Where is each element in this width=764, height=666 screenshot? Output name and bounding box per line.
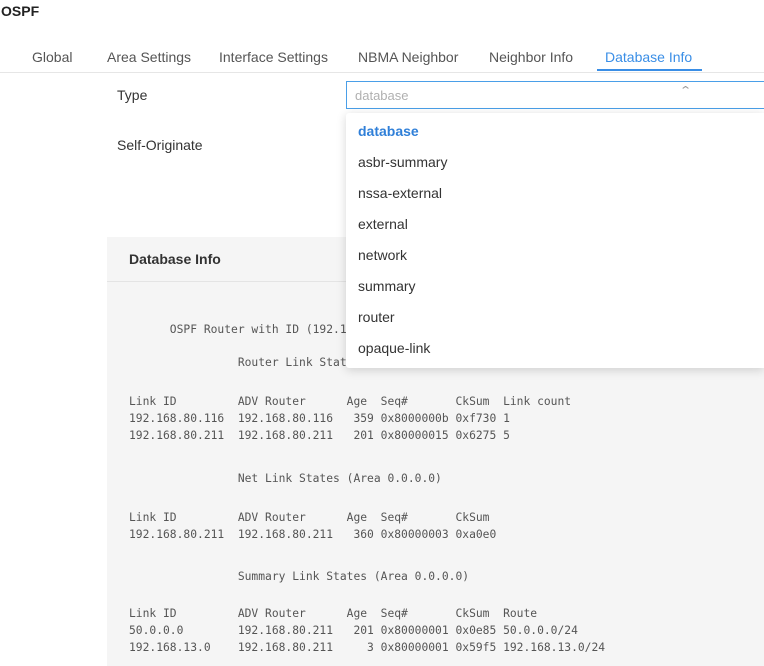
output-line: Link ID ADV Router Age Seq# CkSum Link c… (129, 395, 572, 408)
tab-area-settings[interactable]: Area Settings (107, 49, 191, 65)
panel-title: Database Info (129, 251, 221, 267)
output-line: Link ID ADV Router Age Seq# CkSum (129, 511, 490, 524)
dropdown-option-external[interactable]: external (358, 216, 408, 232)
type-select[interactable]: database ⌃ (346, 81, 764, 109)
self-originate-label: Self-Originate (117, 137, 203, 153)
dropdown-option-database[interactable]: database (358, 123, 419, 139)
output-line: 192.168.80.116 192.168.80.116 359 0x8000… (129, 412, 510, 425)
tab-nbma-neighbor[interactable]: NBMA Neighbor (358, 49, 458, 65)
tab-bar: Global Area Settings Interface Settings … (0, 38, 764, 73)
dropdown-option-router[interactable]: router (358, 309, 395, 325)
output-line: 50.0.0.0 192.168.80.211 201 0x80000001 0… (129, 624, 578, 637)
dropdown-option-summary[interactable]: summary (358, 278, 416, 294)
tab-interface-settings[interactable]: Interface Settings (219, 49, 328, 65)
output-line: Link ID ADV Router Age Seq# CkSum Route (129, 607, 538, 620)
app-title: OSPF (1, 3, 40, 19)
dropdown-option-nssa-external[interactable]: nssa-external (358, 185, 442, 201)
output-line: Summary Link States (Area 0.0.0.0) (129, 570, 470, 583)
output-line: 192.168.13.0 192.168.80.211 3 0x80000001… (129, 641, 606, 654)
type-dropdown-menu: database asbr-summary nssa-external exte… (346, 113, 764, 368)
dropdown-option-opaque-link[interactable]: opaque-link (358, 340, 430, 356)
tab-global[interactable]: Global (32, 49, 72, 65)
output-line: 192.168.80.211 192.168.80.211 360 0x8000… (129, 528, 497, 541)
chevron-up-icon: ⌃ (679, 85, 693, 97)
dropdown-option-network[interactable]: network (358, 247, 407, 263)
type-select-value: database (355, 88, 409, 103)
tab-neighbor-info[interactable]: Neighbor Info (489, 49, 573, 65)
output-line: 192.168.80.211 192.168.80.211 201 0x8000… (129, 429, 510, 442)
dropdown-option-asbr-summary[interactable]: asbr-summary (358, 154, 447, 170)
tab-database-info[interactable]: Database Info (605, 49, 692, 65)
output-line: Net Link States (Area 0.0.0.0) (129, 472, 442, 485)
type-label: Type (117, 87, 148, 103)
active-tab-indicator (597, 69, 702, 71)
